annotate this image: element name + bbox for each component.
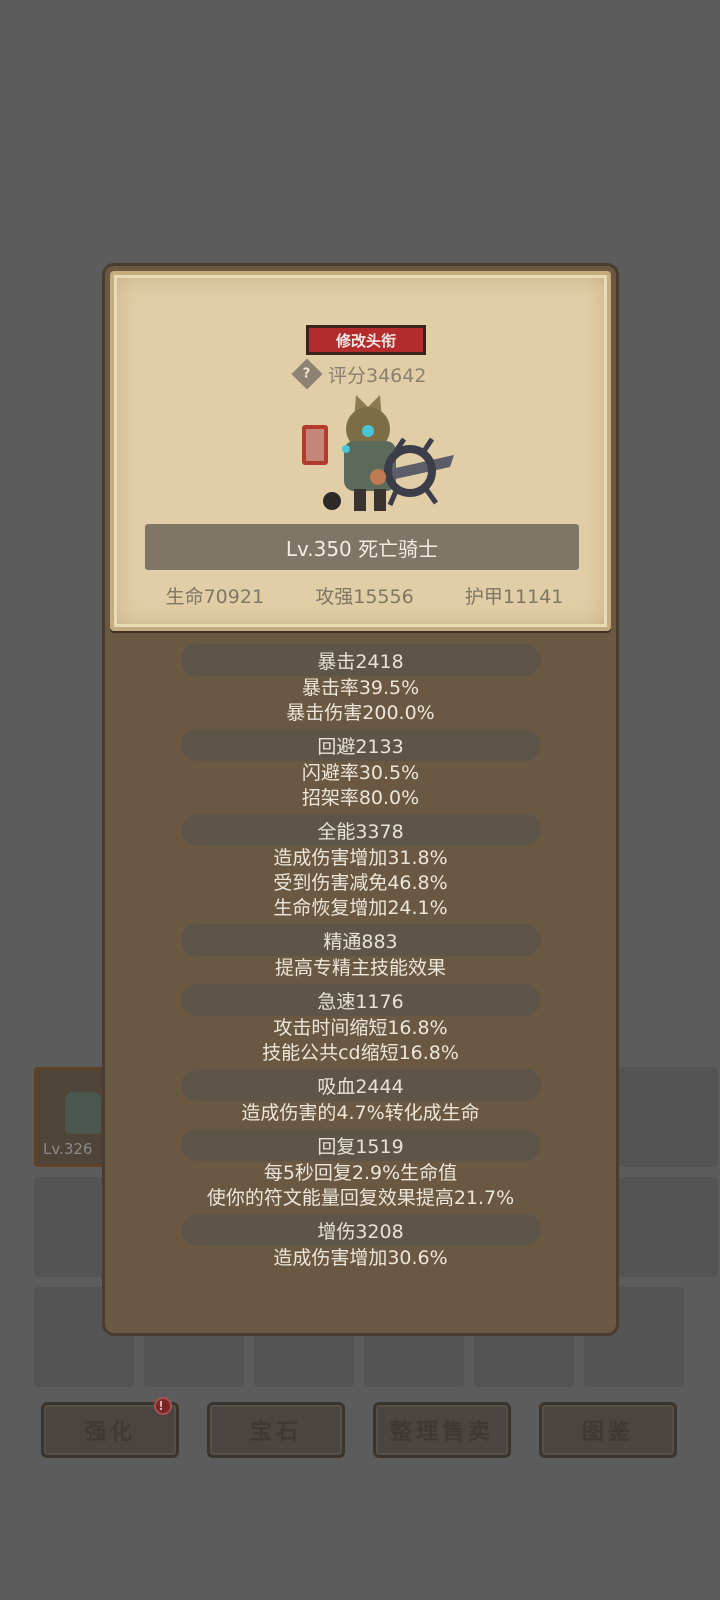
score-value: 评分34642 bbox=[328, 364, 427, 387]
attribute-header: 回避2133 bbox=[180, 729, 541, 761]
attribute-detail: 招架率80.0% bbox=[301, 787, 420, 809]
death-knight-character-icon bbox=[302, 395, 454, 511]
inventory-slot[interactable] bbox=[618, 1177, 718, 1277]
attribute-header: 急速1176 bbox=[180, 984, 541, 1016]
enhance-button[interactable]: 强化 ! bbox=[41, 1397, 179, 1458]
character-name-bar: Lv.350 死亡骑士 bbox=[145, 524, 579, 570]
attribute-detail: 造成伤害增加31.8% bbox=[273, 847, 448, 869]
attribute-detail: 造成伤害的4.7%转化成生命 bbox=[241, 1102, 480, 1124]
character-detail-panel: 修改头衔 ? 评分34642 Lv.350 死亡骑士 生命70921 攻强155 bbox=[102, 263, 619, 1336]
base-stats-row: 生命70921 攻强15556 护甲11141 bbox=[114, 580, 615, 610]
attribute-detail: 受到伤害减免46.8% bbox=[273, 872, 448, 894]
attribute-detail: 提高专精主技能效果 bbox=[274, 957, 446, 979]
hp-stat: 生命70921 bbox=[165, 585, 265, 608]
attribute-detail: 生命恢复增加24.1% bbox=[273, 897, 448, 919]
attribute-mastery: 精通883 提高专精主技能效果 bbox=[105, 924, 616, 981]
attribute-detail: 暴击伤害200.0% bbox=[286, 702, 435, 724]
score-row: ? 评分34642 bbox=[291, 358, 427, 390]
character-card: 修改头衔 ? 评分34642 Lv.350 死亡骑士 生命70921 攻强155 bbox=[110, 271, 611, 631]
attribute-header: 全能3378 bbox=[180, 814, 541, 846]
attribute-detail: 使你的符文能量回复效果提高21.7% bbox=[206, 1187, 515, 1209]
attribute-versatility: 全能3378 造成伤害增加31.8% 受到伤害减免46.8% 生命恢复增加24.… bbox=[105, 814, 616, 921]
attribute-regen: 回复1519 每5秒回复2.9%生命值 使你的符文能量回复效果提高21.7% bbox=[105, 1129, 616, 1211]
attribute-detail: 每5秒回复2.9%生命值 bbox=[263, 1162, 458, 1184]
sort-sell-button-label: 整理售卖 bbox=[389, 1420, 494, 1445]
gem-button-label: 宝石 bbox=[249, 1420, 302, 1445]
notification-badge-icon: ! bbox=[154, 1397, 172, 1415]
attack-stat: 攻强15556 bbox=[315, 585, 414, 608]
codex-button-label: 图鉴 bbox=[581, 1420, 634, 1445]
attribute-damage-boost: 增伤3208 造成伤害增加30.6% bbox=[105, 1214, 616, 1271]
armor-stat: 护甲11141 bbox=[464, 585, 564, 608]
attribute-detail: 造成伤害增加30.6% bbox=[273, 1247, 448, 1269]
attribute-header: 暴击2418 bbox=[180, 644, 541, 676]
attribute-detail: 技能公共cd缩短16.8% bbox=[262, 1042, 459, 1064]
attribute-detail: 闪避率30.5% bbox=[301, 762, 420, 784]
inventory-slot[interactable] bbox=[618, 1067, 718, 1167]
rename-title-button[interactable]: 修改头衔 bbox=[306, 325, 426, 355]
attribute-header: 吸血2444 bbox=[180, 1069, 541, 1101]
attribute-haste: 急速1176 攻击时间缩短16.8% 技能公共cd缩短16.8% bbox=[105, 984, 616, 1066]
codex-button[interactable]: 图鉴 bbox=[539, 1402, 677, 1458]
attribute-header: 回复1519 bbox=[180, 1129, 541, 1161]
attribute-crit: 暴击2418 暴击率39.5% 暴击伤害200.0% bbox=[105, 644, 616, 726]
gem-button[interactable]: 宝石 bbox=[207, 1402, 345, 1458]
attribute-detail: 暴击率39.5% bbox=[301, 677, 420, 699]
help-icon[interactable]: ? bbox=[291, 358, 323, 390]
attribute-detail: 攻击时间缩短16.8% bbox=[273, 1017, 448, 1039]
item-thumbnail bbox=[65, 1092, 101, 1134]
attribute-avoidance: 回避2133 闪避率30.5% 招架率80.0% bbox=[105, 729, 616, 811]
enhance-button-label: 强化 bbox=[83, 1420, 136, 1445]
sort-sell-button[interactable]: 整理售卖 bbox=[373, 1402, 511, 1458]
attribute-header: 精通883 bbox=[180, 924, 541, 956]
attribute-lifesteal: 吸血2444 造成伤害的4.7%转化成生命 bbox=[105, 1069, 616, 1126]
attribute-header: 增伤3208 bbox=[180, 1214, 541, 1246]
item-level: Lv.326 bbox=[43, 1140, 93, 1158]
attribute-list: 暴击2418 暴击率39.5% 暴击伤害200.0% 回避2133 闪避率30.… bbox=[105, 644, 616, 1274]
